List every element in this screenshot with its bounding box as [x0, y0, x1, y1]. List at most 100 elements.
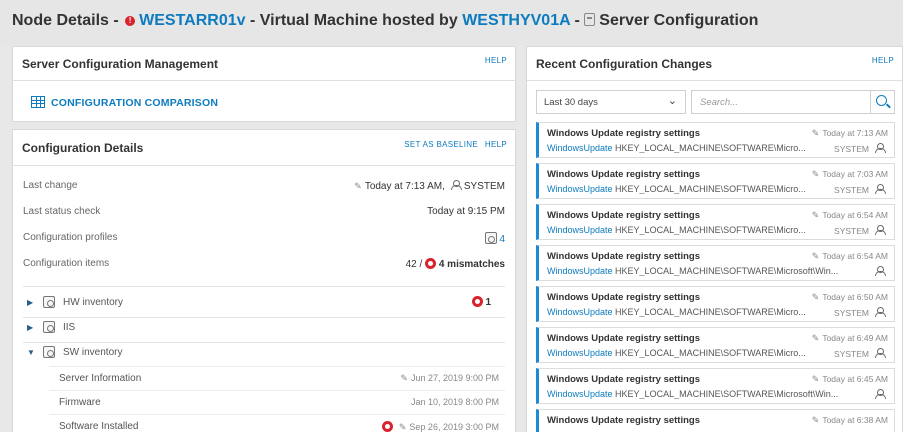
change-time: ✎ Today at 6:54 AM — [812, 210, 888, 221]
date-range-select[interactable]: Last 30 days ⌄ — [536, 90, 686, 114]
change-path: HKEY_LOCAL_MACHINE\SOFTWARE\Microsoft\Wi… — [615, 389, 839, 399]
change-path: HKEY_LOCAL_MACHINE\SOFTWARE\Micro... — [615, 184, 806, 194]
help-link[interactable]: HELP — [485, 56, 507, 65]
pencil-icon: ✎ — [811, 292, 820, 302]
mismatch-badge-icon — [381, 421, 393, 432]
change-list-item[interactable]: Windows Update registry settings ✎ Today a… — [536, 245, 895, 281]
change-user — [867, 266, 888, 277]
pencil-icon: ✎ — [811, 415, 820, 425]
divider — [13, 165, 515, 166]
change-list-item[interactable]: Windows Update registry settings ✎ Today a… — [536, 163, 895, 199]
config-node-icon — [43, 346, 55, 358]
change-time: ✎ Today at 7:13 AM — [812, 128, 888, 139]
selected-range: Last 30 days — [544, 97, 598, 108]
collapse-arrow-icon[interactable]: ▼ — [27, 348, 35, 357]
change-time-text: Today at 6:38 AM — [822, 415, 888, 425]
change-user: SYSTEM — [832, 225, 888, 236]
leaf-date-text: Sep 26, 2019 3:00 PM — [409, 422, 499, 432]
expand-arrow-icon[interactable]: ▶ — [27, 298, 33, 307]
profiles-count-link[interactable]: 4 — [499, 234, 505, 245]
change-list-item[interactable]: Windows Update registry settings ✎ Today a… — [536, 409, 895, 432]
last-change-row: Last change ✎ Today at 7:13 AM, SYSTEM — [23, 180, 505, 196]
change-source-link[interactable]: WindowsUpdate — [547, 225, 613, 235]
search-icon[interactable] — [870, 91, 894, 113]
title-prefix: Node Details - — [12, 12, 119, 29]
tree-leaf-firmware[interactable]: Firmware Jan 10, 2019 8:00 PM — [49, 390, 505, 414]
divider — [13, 80, 515, 81]
change-time: ✎ Today at 6:54 AM — [812, 251, 888, 262]
row-label: Configuration profiles — [23, 232, 118, 243]
leaf-date: ✎ Sep 26, 2019 3:00 PM — [381, 421, 499, 432]
table-icon — [31, 96, 45, 108]
change-source-link[interactable]: WindowsUpdate — [547, 266, 613, 276]
row-value: 42 / 4 mismatches — [406, 258, 505, 270]
tree-node-iis[interactable]: ▶ IIS — [23, 318, 505, 340]
change-detail: WindowsUpdate HKEY_LOCAL_MACHINE\SOFTWAR… — [547, 389, 888, 399]
config-details-panel: Configuration Details SET AS BASELINE HE… — [12, 129, 516, 432]
pencil-icon: ✎ — [811, 210, 820, 220]
pencil-icon: ✎ — [811, 169, 820, 179]
change-list-item[interactable]: Windows Update registry settings ✎ Today a… — [536, 204, 895, 240]
host-link[interactable]: WESTHYV01A — [462, 12, 570, 29]
user-icon — [875, 389, 886, 399]
change-user-text: SYSTEM — [834, 185, 869, 195]
change-list-item[interactable]: Windows Update registry settings ✎ Today a… — [536, 286, 895, 322]
tree-node-sw-inventory[interactable]: ▼ SW inventory — [23, 343, 505, 365]
mismatch-indicator: 1 — [471, 296, 491, 308]
leaf-label: Firmware — [59, 397, 101, 408]
change-user — [867, 389, 888, 400]
node-label: HW inventory — [63, 297, 124, 308]
change-source-link[interactable]: WindowsUpdate — [547, 143, 613, 153]
tree-leaf-server-information[interactable]: Server Information ✎ Jun 27, 2019 9:00 PM — [49, 366, 505, 390]
expand-arrow-icon[interactable]: ▶ — [27, 323, 33, 332]
change-time-text: Today at 6:45 AM — [822, 374, 888, 384]
node-link[interactable]: WESTARR01v — [139, 12, 245, 29]
change-source-link[interactable]: WindowsUpdate — [547, 348, 613, 358]
node-label: SW inventory — [63, 347, 123, 358]
configuration-items-row: Configuration items 42 / 4 mismatches — [23, 258, 505, 274]
change-path: HKEY_LOCAL_MACHINE\SOFTWARE\Microsoft\Wi… — [615, 266, 839, 276]
mismatch-number: 1 — [485, 297, 491, 308]
user-icon — [875, 184, 886, 194]
change-list-item[interactable]: Windows Update registry settings ✎ Today a… — [536, 327, 895, 363]
help-link[interactable]: HELP — [872, 56, 894, 65]
change-time: ✎ Today at 6:45 AM — [812, 374, 888, 385]
search-input[interactable]: Search... — [691, 90, 895, 114]
change-user: SYSTEM — [832, 307, 888, 318]
pencil-icon: ✎ — [354, 181, 362, 191]
title-dash: - — [574, 12, 580, 29]
change-user-text: SYSTEM — [834, 226, 869, 236]
configuration-profiles-row: Configuration profiles 4 — [23, 232, 505, 248]
pencil-icon: ✎ — [398, 422, 407, 432]
configuration-comparison-link[interactable]: CONFIGURATION COMPARISON — [31, 96, 218, 109]
title-mid: - Virtual Machine hosted by — [249, 12, 458, 29]
change-path: HKEY_LOCAL_MACHINE\SOFTWARE\Micro... — [615, 225, 806, 235]
change-user: SYSTEM — [832, 143, 888, 154]
last-change-time: Today at 7:13 AM, — [364, 181, 445, 192]
change-time-text: Today at 6:49 AM — [822, 333, 888, 343]
change-source-link[interactable]: WindowsUpdate — [547, 307, 613, 317]
tree-node-hw-inventory[interactable]: ▶ HW inventory 1 — [23, 293, 505, 315]
change-list-item[interactable]: Windows Update registry settings ✎ Today a… — [536, 368, 895, 404]
leaf-date-text: Jun 27, 2019 9:00 PM — [410, 373, 499, 383]
search-placeholder: Search... — [700, 97, 739, 108]
user-icon — [875, 348, 886, 358]
row-label: Last status check — [23, 206, 101, 217]
change-time-text: Today at 7:03 AM — [822, 169, 888, 179]
change-title: Windows Update registry settings — [547, 415, 700, 426]
change-source-link[interactable]: WindowsUpdate — [547, 389, 613, 399]
row-value[interactable]: 4 — [484, 232, 505, 245]
change-title: Windows Update registry settings — [547, 374, 700, 385]
change-list-item[interactable]: Windows Update registry settings ✎ Today a… — [536, 122, 895, 158]
set-baseline-link[interactable]: SET AS BASELINE — [404, 140, 478, 149]
row-value: Today at 9:15 PM — [427, 206, 505, 217]
change-source-link[interactable]: WindowsUpdate — [547, 184, 613, 194]
change-user: SYSTEM — [832, 184, 888, 195]
mismatch-badge-icon — [425, 258, 437, 269]
help-link[interactable]: HELP — [485, 140, 507, 149]
mismatch-badge-icon — [471, 296, 483, 307]
last-change-user: SYSTEM — [463, 181, 505, 192]
change-title: Windows Update registry settings — [547, 128, 700, 139]
tree-leaf-software-installed[interactable]: Software Installed ✎ Sep 26, 2019 3:00 PM — [49, 414, 505, 432]
config-management-panel: Server Configuration Management HELP CON… — [12, 46, 516, 122]
